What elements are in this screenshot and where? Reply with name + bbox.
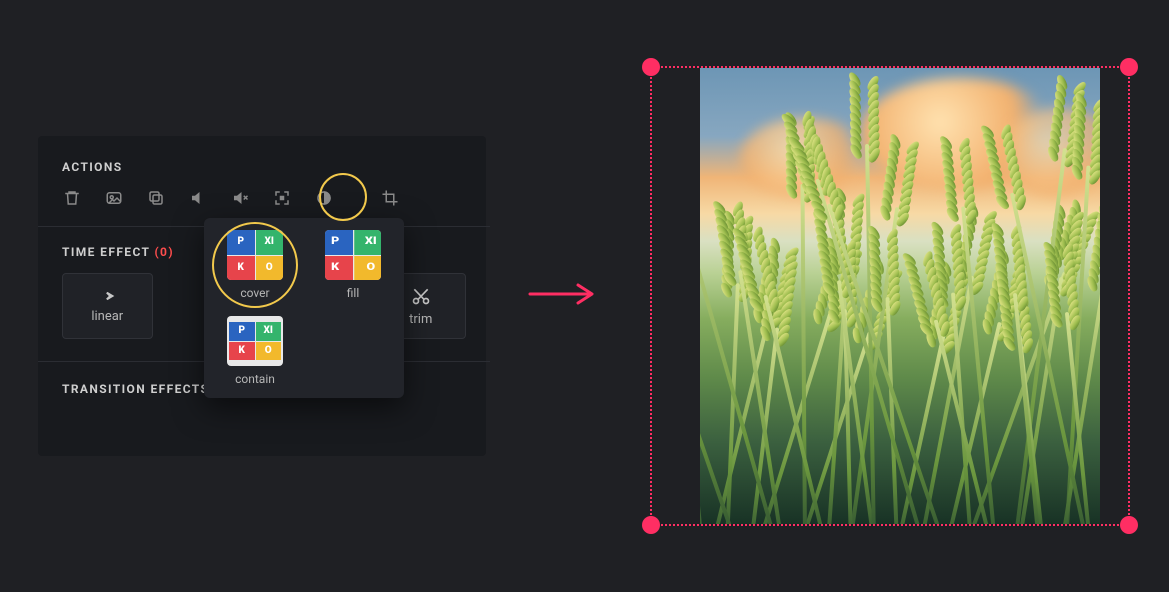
fit-option-cover[interactable]: PXI KO cover [216,230,294,300]
fit-contain-label: contain [235,372,275,386]
mute-icon[interactable] [230,188,250,208]
volume-icon[interactable] [188,188,208,208]
actions-heading: ACTIONS [62,160,466,174]
fit-cover-label: cover [240,286,269,300]
fit-fill-label: fill [347,286,360,300]
fit-mode-popover: PXI KO cover PXI KO fill PXI KO contain [204,218,404,398]
fit-option-contain[interactable]: PXI KO contain [216,316,294,386]
arrow-icon [528,282,598,310]
trash-icon[interactable] [62,188,82,208]
effect-trim-label: trim [409,312,432,327]
resize-handle-top-right[interactable] [1120,58,1138,76]
resize-handle-bottom-left[interactable] [642,516,660,534]
time-effect-label: TIME EFFECT [62,245,150,259]
resize-handle-top-left[interactable] [642,58,660,76]
copy-icon[interactable] [146,188,166,208]
preview-canvas [636,54,1144,538]
selection-rect[interactable] [650,66,1130,526]
contrast-icon[interactable] [314,188,334,208]
crop-icon[interactable] [380,188,400,208]
effect-linear[interactable]: linear [62,273,153,339]
resize-handle-bottom-right[interactable] [1120,516,1138,534]
fit-option-fill[interactable]: PXI KO fill [314,230,392,300]
effect-linear-label: linear [91,309,123,324]
image-icon[interactable] [104,188,124,208]
fit-icon[interactable] [272,188,292,208]
time-effect-count: (0) [154,245,174,259]
